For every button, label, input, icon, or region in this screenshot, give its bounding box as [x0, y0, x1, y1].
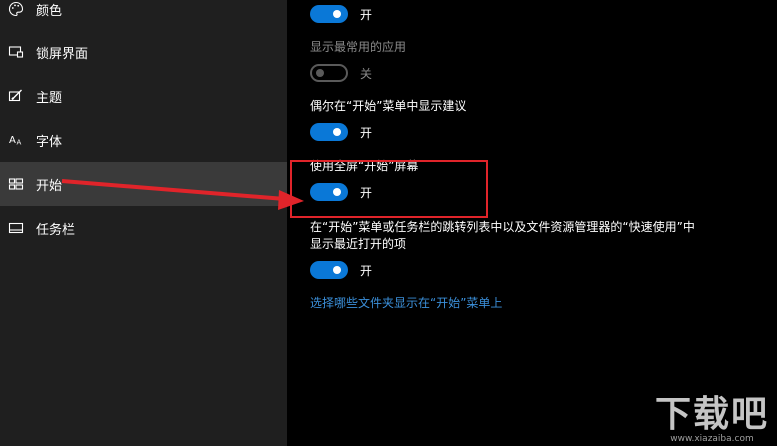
watermark: 下载吧 www.xiazaiba.com [654, 394, 769, 445]
start-settings-panel: 开 显示最常用的应用 关 偶尔在“开始”菜单中显示建议 开 使用全屏“开始”屏幕… [287, 0, 777, 446]
setting-label-recent-items-line1: 在“开始”菜单或任务栏的跳转列表中以及文件资源管理器的“快速使用”中 [310, 220, 695, 234]
setting-label-most-used: 显示最常用的应用 [310, 40, 407, 54]
theme-brush-icon [7, 87, 25, 105]
toggle-recent-items[interactable] [310, 261, 348, 279]
toggle-most-used-apps[interactable] [310, 64, 348, 82]
toggle-show-more-tiles[interactable] [310, 5, 348, 23]
sidebar-item-start[interactable]: 开始 [0, 162, 287, 206]
sidebar: 颜色 锁屏界面 主题 A A 字体 开始 任务栏 [0, 0, 287, 446]
font-icon: A A [7, 131, 25, 149]
toggle-state-label: 关 [360, 67, 373, 81]
settings-window: 颜色 锁屏界面 主题 A A 字体 开始 任务栏 开 显示最常用的应用 关 偶尔… [0, 0, 777, 446]
setting-label-suggestions: 偶尔在“开始”菜单中显示建议 [310, 99, 467, 113]
sidebar-item-themes[interactable]: 主题 [0, 74, 287, 118]
toggle-suggestions[interactable] [310, 123, 348, 141]
sidebar-item-label: 开始 [36, 178, 63, 194]
sidebar-item-label: 锁屏界面 [36, 46, 89, 62]
start-tiles-icon [7, 175, 25, 193]
toggle-state-label: 开 [360, 186, 373, 200]
sidebar-item-taskbar[interactable]: 任务栏 [0, 206, 287, 250]
lock-screen-icon [7, 43, 25, 61]
toggle-state-label: 开 [360, 264, 373, 278]
svg-text:A: A [17, 139, 22, 147]
sidebar-item-label: 主题 [36, 90, 63, 106]
toggle-knob [333, 128, 341, 136]
setting-label-full-screen-start: 使用全屏“开始”屏幕 [310, 159, 419, 173]
taskbar-icon [7, 219, 25, 237]
sidebar-item-label: 颜色 [36, 3, 63, 19]
sidebar-item-lock-screen[interactable]: 锁屏界面 [0, 30, 287, 74]
toggle-knob [333, 266, 341, 274]
palette-icon [7, 0, 25, 18]
toggle-knob [316, 69, 324, 77]
sidebar-item-colors[interactable]: 颜色 [0, 0, 287, 31]
setting-label-recent-items-line2: 显示最近打开的项 [310, 237, 407, 251]
toggle-knob [333, 10, 341, 18]
sidebar-item-label: 任务栏 [36, 222, 76, 238]
toggle-knob [333, 188, 341, 196]
toggle-state-label: 开 [360, 126, 373, 140]
toggle-state-label: 开 [360, 8, 373, 22]
watermark-logo: 下载吧 [654, 394, 769, 435]
toggle-full-screen-start[interactable] [310, 183, 348, 201]
svg-text:A: A [9, 135, 16, 146]
sidebar-item-label: 字体 [36, 134, 63, 150]
watermark-url: www.xiazaiba.com [670, 434, 754, 444]
sidebar-item-fonts[interactable]: A A 字体 [0, 118, 287, 162]
choose-folders-link[interactable]: 选择哪些文件夹显示在“开始”菜单上 [310, 294, 502, 311]
